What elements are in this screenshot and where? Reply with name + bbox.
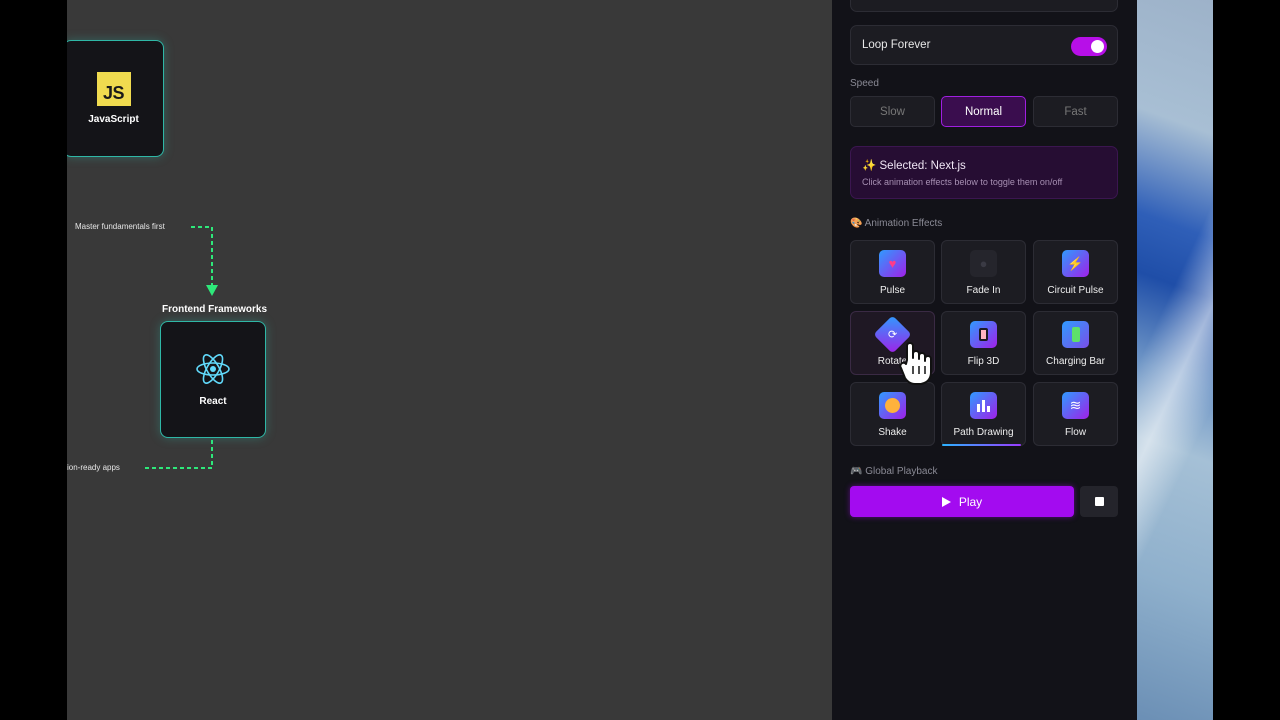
wallpaper-streak (1137, 0, 1213, 720)
effect-label: Flip 3D (967, 356, 1000, 367)
speed-normal-button[interactable]: Normal (941, 96, 1026, 127)
edge-label-fundamentals: Master fundamentals first (75, 222, 165, 231)
flip-icon (970, 321, 997, 348)
fade-icon: ● (970, 250, 997, 277)
selected-title: ✨ Selected: Next.js (862, 160, 966, 172)
battery-icon (1062, 321, 1089, 348)
effect-label: Circuit Pulse (1047, 285, 1104, 296)
heart-icon: ♥ (879, 250, 906, 277)
effect-label: Pulse (879, 285, 905, 296)
node-react[interactable]: React (160, 321, 266, 438)
effect-flow-button[interactable]: ≋ Flow (1033, 382, 1118, 446)
react-icon (196, 354, 230, 384)
edge-production (143, 440, 213, 469)
animation-panel: Loop Forever Speed Slow Normal Fast ✨ Se… (832, 0, 1137, 720)
node-javascript[interactable]: JS JavaScript (67, 40, 164, 157)
effect-circuit-pulse-button[interactable]: ⚡ Circuit Pulse (1033, 240, 1118, 304)
effect-path-drawing-button[interactable]: Path Drawing (941, 382, 1026, 446)
stop-icon (1094, 497, 1104, 506)
flow-canvas[interactable]: JS JavaScript Master fundamentals first … (67, 0, 832, 720)
lightning-icon: ⚡ (1062, 250, 1089, 277)
effect-label: Fade In (966, 285, 1001, 296)
loop-forever-row: Loop Forever (850, 25, 1118, 65)
selected-node-info: ✨ Selected: Next.js Click animation effe… (850, 146, 1118, 199)
effect-label: Flow (1064, 427, 1087, 438)
animation-effects-label: 🎨 Animation Effects (850, 218, 943, 229)
wave-icon: ≋ (1062, 392, 1089, 419)
chart-icon (970, 392, 997, 419)
effect-charging-bar-button[interactable]: Charging Bar (1033, 311, 1118, 375)
stop-button[interactable] (1080, 486, 1118, 517)
play-label: Play (958, 494, 983, 509)
play-button[interactable]: Play (850, 486, 1074, 517)
progress-underline (942, 444, 1021, 446)
effect-label: Shake (878, 427, 907, 438)
desktop-wallpaper (1137, 0, 1213, 720)
effect-shake-button[interactable]: Shake (850, 382, 935, 446)
hand-cursor-icon (899, 342, 932, 385)
global-playback-label: 🎮 Global Playback (850, 466, 938, 477)
speed-label: Speed (850, 78, 879, 89)
effect-fade-in-button[interactable]: ● Fade In (941, 240, 1026, 304)
edge-fundamentals (191, 226, 213, 291)
node-label: React (199, 396, 227, 407)
selected-hint: Click animation effects below to toggle … (862, 177, 1063, 187)
edge-arrowhead (206, 285, 218, 296)
effect-label: Charging Bar (1046, 356, 1105, 367)
node-label: JavaScript (88, 114, 139, 125)
loop-forever-toggle[interactable] (1071, 37, 1107, 56)
effect-flip-3d-button[interactable]: Flip 3D (941, 311, 1026, 375)
effect-label: Path Drawing (953, 427, 1014, 438)
loop-forever-label: Loop Forever (862, 39, 931, 51)
shake-icon (879, 392, 906, 419)
edge-label-production: ion-ready apps (67, 463, 120, 472)
speed-slow-button[interactable]: Slow (850, 96, 935, 127)
group-label-frontend: Frontend Frameworks (162, 304, 268, 315)
speed-fast-button[interactable]: Fast (1033, 96, 1118, 127)
partial-setting-row[interactable] (850, 0, 1118, 12)
effect-pulse-button[interactable]: ♥ Pulse (850, 240, 935, 304)
toggle-knob (1091, 40, 1104, 53)
play-icon (941, 496, 951, 507)
js-logo-icon: JS (96, 72, 131, 106)
app-window: JS JavaScript Master fundamentals first … (0, 0, 1280, 720)
